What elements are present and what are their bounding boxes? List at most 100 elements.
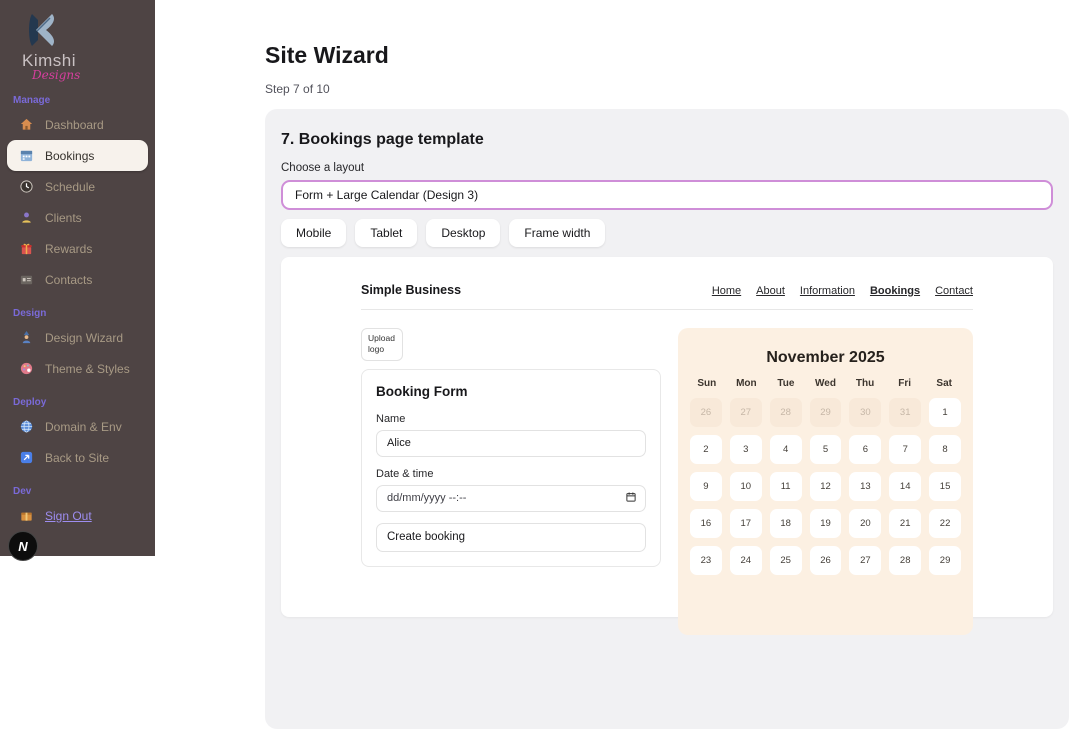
calendar-day[interactable]: 31 xyxy=(889,398,922,427)
preview-site-name: Simple Business xyxy=(361,283,462,297)
preview-nav-link-about[interactable]: About xyxy=(756,285,785,297)
logo: Kimshi Designs xyxy=(0,10,155,82)
step-indicator: Step 7 of 10 xyxy=(265,82,330,96)
sidebar-item-label: Domain & Env xyxy=(45,419,122,434)
calendar-day[interactable]: 21 xyxy=(889,509,922,538)
calendar-day[interactable]: 28 xyxy=(769,398,802,427)
calendar-day[interactable]: 16 xyxy=(690,509,722,538)
home-icon xyxy=(19,117,35,133)
contact-card-icon xyxy=(19,272,35,288)
logo-subtitle: Designs xyxy=(32,68,81,82)
panel-heading: 7. Bookings page template xyxy=(281,131,484,148)
calendar-day[interactable]: 19 xyxy=(809,509,842,538)
sidebar-item-dashboard[interactable]: Dashboard xyxy=(7,109,148,140)
sidebar-item-label: Rewards xyxy=(45,241,93,256)
preview-nav: Home About Information Bookings Contact xyxy=(712,285,973,297)
calendar-day[interactable]: 9 xyxy=(690,472,722,501)
calendar-day[interactable]: 15 xyxy=(929,472,961,501)
sidebar-item-domain-env[interactable]: Domain & Env xyxy=(7,411,148,442)
calendar-day[interactable]: 22 xyxy=(929,509,961,538)
calendar-day[interactable]: 18 xyxy=(769,509,802,538)
sidebar-item-label: Sign Out xyxy=(45,508,92,523)
sidebar-item-design-wizard[interactable]: Design Wizard xyxy=(7,322,148,353)
globe-icon xyxy=(19,419,35,435)
datetime-placeholder: dd/mm/yyyy --:-- xyxy=(387,492,467,505)
sidebar-section-label-deploy: Deploy xyxy=(13,397,47,408)
nextjs-dev-badge[interactable]: N xyxy=(8,531,38,561)
calendar-day[interactable]: 30 xyxy=(849,398,882,427)
sidebar-item-label: Clients xyxy=(45,210,82,225)
calendar-day[interactable]: 12 xyxy=(809,472,842,501)
sidebar-item-schedule[interactable]: Schedule xyxy=(7,171,148,202)
calendar-day[interactable]: 17 xyxy=(729,509,762,538)
calendar-day[interactable]: 29 xyxy=(929,546,961,575)
calendar-day[interactable]: 5 xyxy=(809,435,842,464)
calendar-day[interactable]: 20 xyxy=(849,509,882,538)
weekday-label: Thu xyxy=(855,378,875,389)
nextjs-n-icon: N xyxy=(18,538,28,554)
sidebar-item-label: Theme & Styles xyxy=(45,361,130,376)
sidebar-item-label: Contacts xyxy=(45,272,93,287)
calendar-day[interactable]: 4 xyxy=(769,435,802,464)
package-icon xyxy=(19,508,35,524)
device-button-desktop[interactable]: Desktop xyxy=(426,219,501,247)
calendar-day[interactable]: 24 xyxy=(729,546,762,575)
sidebar-section-label-design: Design xyxy=(13,308,47,319)
calendar-day[interactable]: 8 xyxy=(929,435,961,464)
kimshi-logo-icon xyxy=(22,10,155,50)
sidebar-item-clients[interactable]: Clients xyxy=(7,202,148,233)
calendar-day[interactable]: 13 xyxy=(849,472,882,501)
page-title: Site Wizard xyxy=(265,42,389,68)
calendar-day[interactable]: 27 xyxy=(849,546,882,575)
calendar-day[interactable]: 28 xyxy=(889,546,922,575)
calendar-panel: November 2025 Sun Mon Tue Wed Thu Fri Sat 26 27… xyxy=(678,328,973,635)
wizard-icon xyxy=(19,330,35,346)
weekday-label: Sat xyxy=(936,378,952,389)
calendar-day[interactable]: 3 xyxy=(729,435,762,464)
calendar-day[interactable]: 29 xyxy=(809,398,842,427)
booking-form-title: Booking Form xyxy=(376,383,468,399)
preview-nav-link-home[interactable]: Home xyxy=(712,285,741,297)
datetime-input[interactable]: dd/mm/yyyy --:-- xyxy=(376,484,646,512)
device-button-row: Mobile Tablet Desktop Frame width xyxy=(281,219,1053,247)
calendar-day[interactable]: 25 xyxy=(769,546,802,575)
sidebar-item-bookings[interactable]: Bookings xyxy=(7,140,148,171)
clock-icon xyxy=(19,179,35,195)
back-arrow-icon xyxy=(19,450,35,466)
weekday-label: Fri xyxy=(898,378,912,389)
calendar-day[interactable]: 1 xyxy=(929,398,961,427)
datetime-label: Date & time xyxy=(376,467,434,480)
calendar-day[interactable]: 14 xyxy=(889,472,922,501)
device-button-tablet[interactable]: Tablet xyxy=(355,219,418,247)
sidebar-item-label: Design Wizard xyxy=(45,330,124,345)
calendar-day[interactable]: 26 xyxy=(809,546,842,575)
sidebar-item-rewards[interactable]: Rewards xyxy=(7,233,148,264)
preview-nav-link-bookings[interactable]: Bookings xyxy=(870,285,920,297)
calendar-day[interactable]: 23 xyxy=(690,546,722,575)
sidebar-item-sign-out[interactable]: Sign Out xyxy=(7,500,148,531)
sidebar-section-label-manage: Manage xyxy=(13,95,51,106)
create-booking-button[interactable]: Create booking xyxy=(376,522,646,552)
sidebar-item-theme-styles[interactable]: Theme & Styles xyxy=(7,353,148,384)
sidebar-item-contacts[interactable]: Contacts xyxy=(7,264,148,295)
device-button-mobile[interactable]: Mobile xyxy=(281,219,347,247)
sidebar-item-back-to-site[interactable]: Back to Site xyxy=(7,442,148,473)
main-content: Site Wizard Step 7 of 10 7. Bookings pag… xyxy=(155,0,1080,729)
date-picker-icon[interactable] xyxy=(625,491,637,506)
preview-body: Upload logo Booking Form Name Date & tim… xyxy=(361,328,973,635)
device-button-frame-width[interactable]: Frame width xyxy=(509,219,606,247)
sidebar-nav: Manage Dashboard Bookings Schedule Clients Re… xyxy=(0,95,155,531)
layout-select[interactable]: Form + Large Calendar (Design 3) xyxy=(281,180,1053,210)
calendar-day[interactable]: 7 xyxy=(889,435,922,464)
upload-logo-button[interactable]: Upload logo xyxy=(361,328,403,361)
calendar-day[interactable]: 11 xyxy=(769,472,802,501)
calendar-day[interactable]: 26 xyxy=(690,398,722,427)
preview-nav-link-information[interactable]: Information xyxy=(800,285,855,297)
person-icon xyxy=(19,210,35,226)
calendar-day[interactable]: 6 xyxy=(849,435,882,464)
calendar-day[interactable]: 2 xyxy=(690,435,722,464)
calendar-day[interactable]: 27 xyxy=(729,398,762,427)
name-input[interactable] xyxy=(376,429,646,457)
calendar-day[interactable]: 10 xyxy=(729,472,762,501)
preview-nav-link-contact[interactable]: Contact xyxy=(935,285,973,297)
